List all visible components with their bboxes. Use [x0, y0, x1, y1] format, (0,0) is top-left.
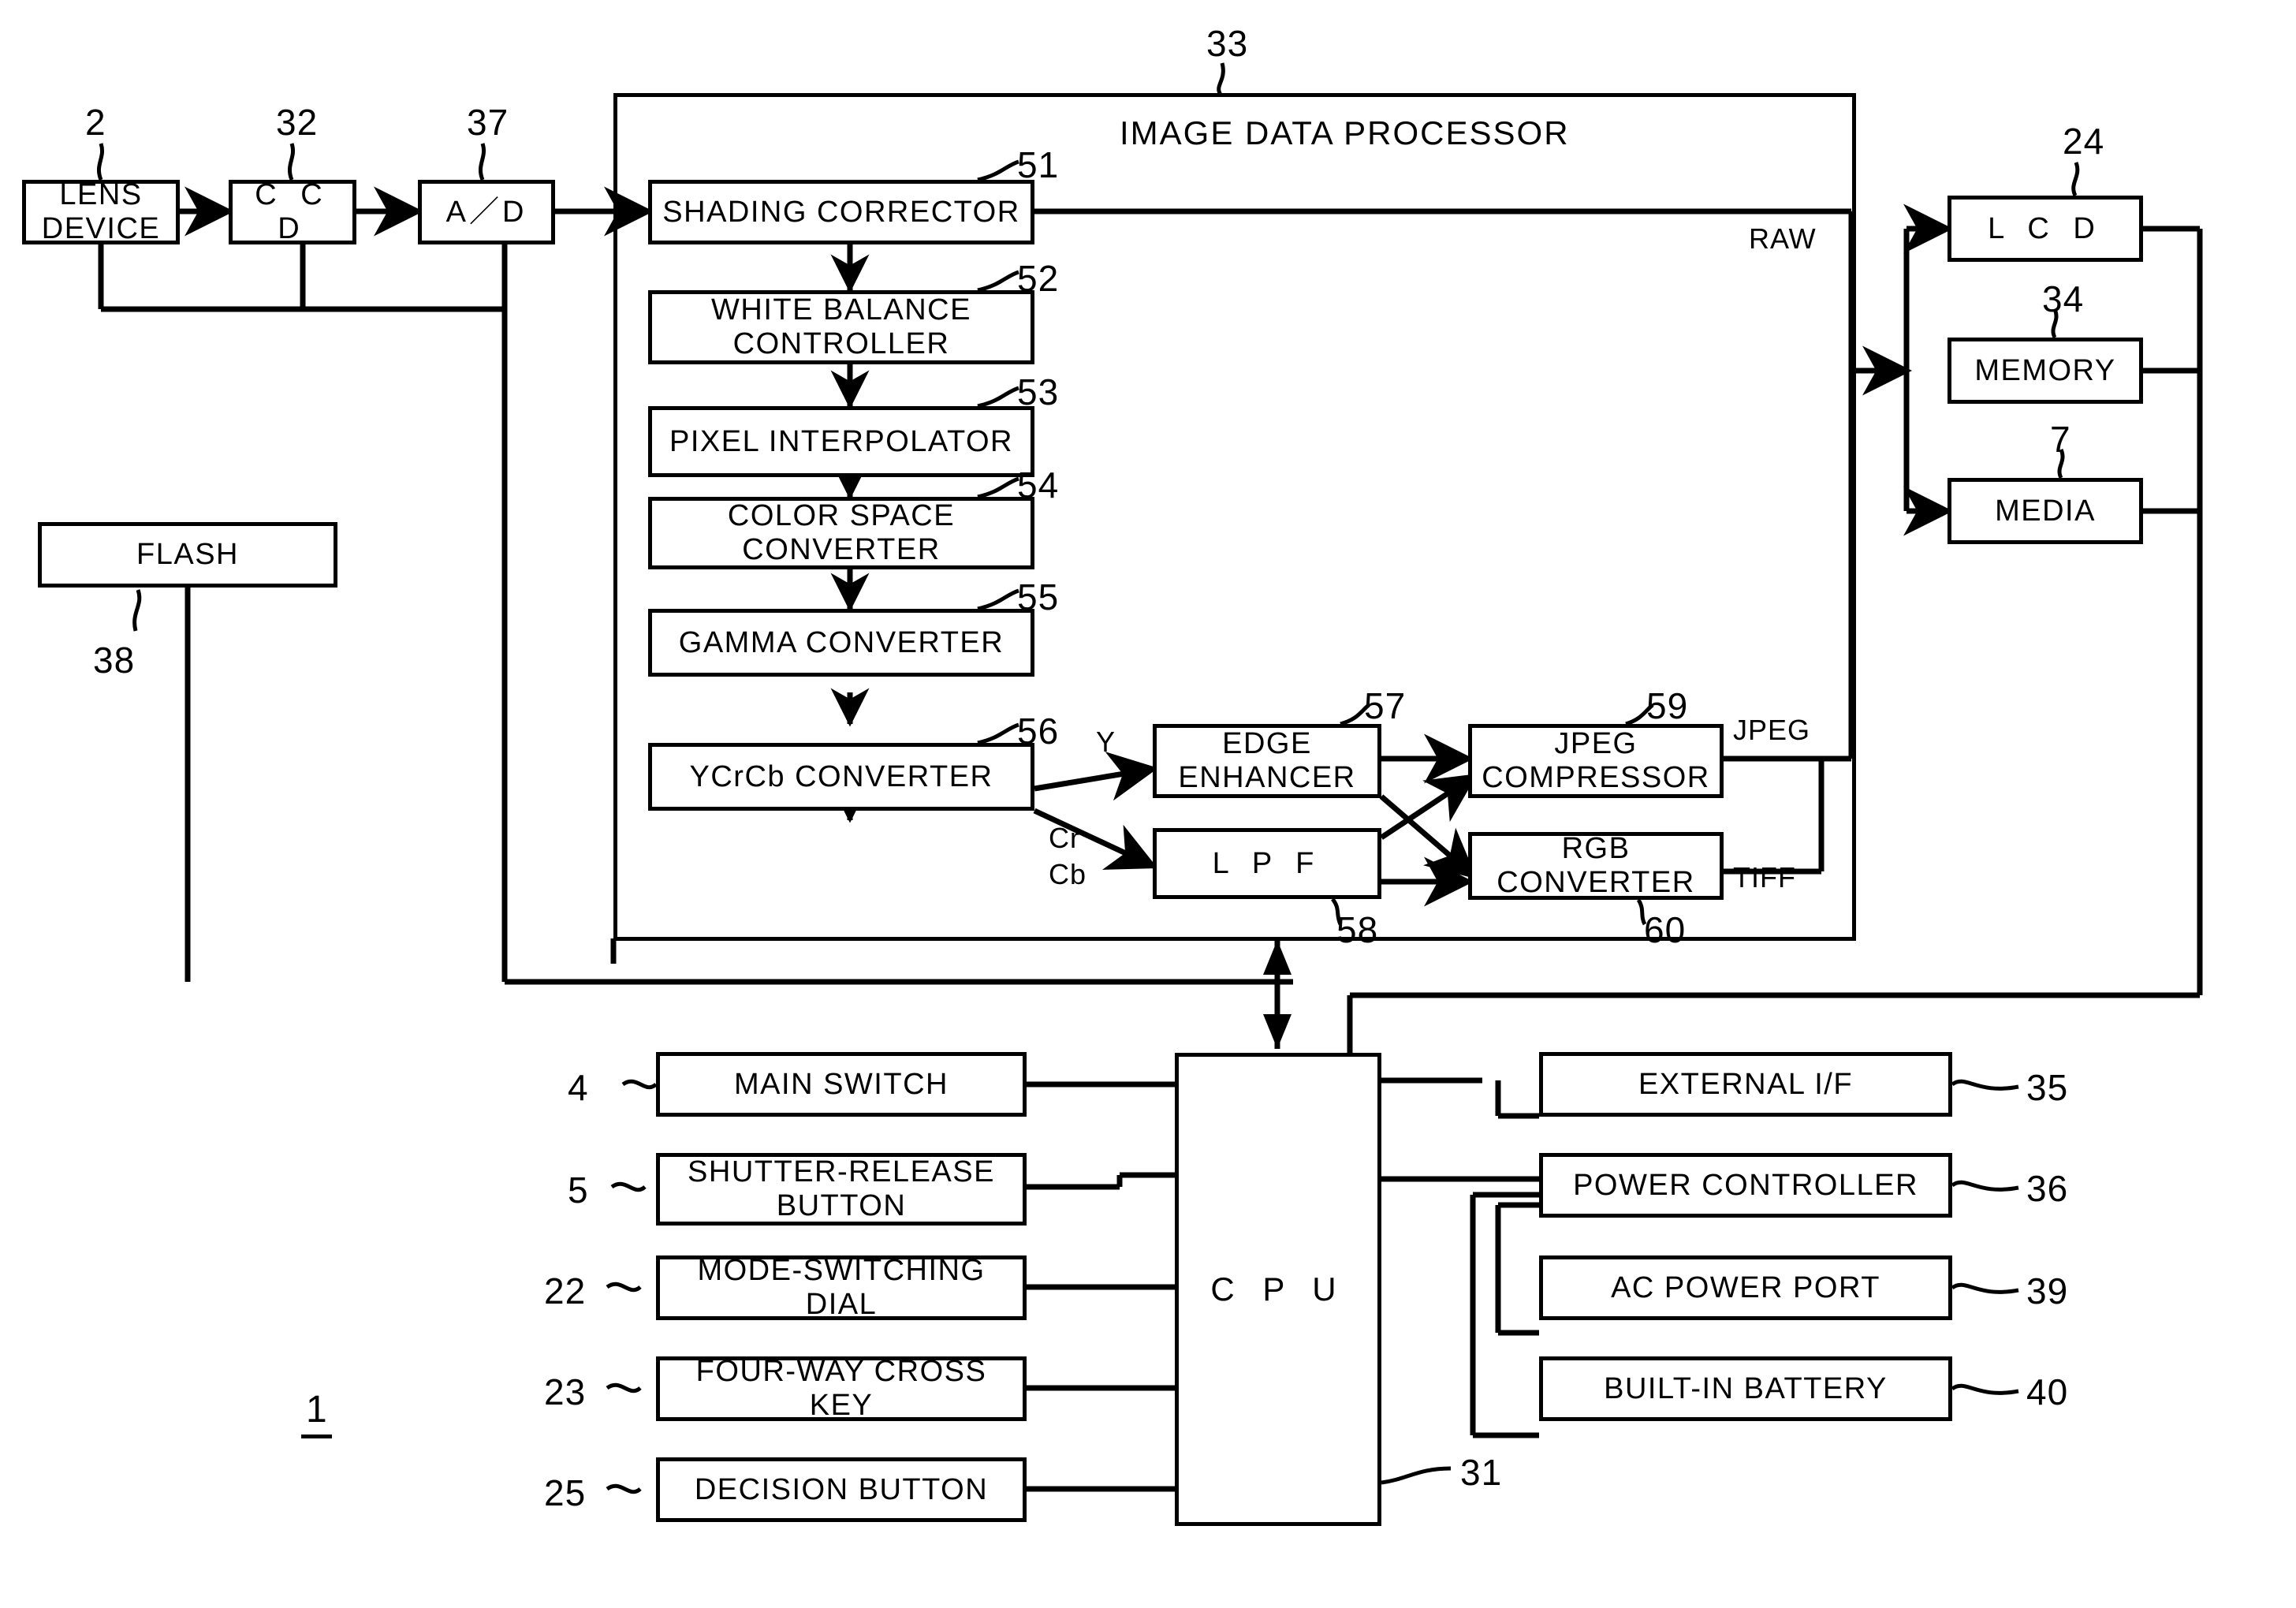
image-data-processor-title: IMAGE DATA PROCESSOR [1120, 114, 1570, 151]
ref-25: 25 [544, 1472, 587, 1513]
block-gamma-converter[interactable]: GAMMA CONVERTER [648, 609, 1034, 677]
ref-53: 53 [1017, 371, 1060, 412]
signal-label-tiff: TIFF [1733, 861, 1796, 894]
block-ccd[interactable]: C C D [229, 178, 356, 245]
block-edge-enhancer[interactable]: EDGE ENHANCER [1153, 724, 1381, 798]
block-color-space-converter[interactable]: COLOR SPACE CONVERTER [648, 497, 1034, 569]
block-memory[interactable]: MEMORY [1948, 338, 2143, 404]
ref-51: 51 [1017, 144, 1060, 185]
block-shading-corrector[interactable]: SHADING CORRECTOR [648, 180, 1034, 244]
ref-52: 52 [1017, 258, 1060, 299]
block-ycrcb-converter[interactable]: YCrCb CONVERTER [648, 743, 1034, 811]
ref-39: 39 [2026, 1270, 2069, 1311]
block-lcd[interactable]: L C D [1948, 196, 2143, 262]
block-power-controller[interactable]: POWER CONTROLLER [1539, 1153, 1952, 1218]
ref-7: 7 [2050, 419, 2071, 460]
figure-number-label: 1 [301, 1388, 332, 1438]
patent-figure-1: IMAGE DATA PROCESSOR 33 LENS DEVICE 2 C … [0, 0, 2296, 1608]
signal-label-cb: Cb [1049, 858, 1087, 890]
ref-4: 4 [568, 1067, 589, 1108]
ref-40: 40 [2026, 1371, 2069, 1412]
signal-label-cr: Cr [1049, 822, 1080, 854]
block-built-in-battery[interactable]: BUILT-IN BATTERY [1539, 1356, 1952, 1421]
block-white-balance-controller[interactable]: WHITE BALANCE CONTROLLER [648, 290, 1034, 364]
ref-24: 24 [2063, 121, 2105, 162]
ref-60: 60 [1644, 909, 1687, 950]
block-ad-converter[interactable]: A／D [418, 180, 555, 244]
ref-22: 22 [544, 1270, 587, 1311]
block-lpf[interactable]: L P F [1153, 828, 1381, 899]
ref-58: 58 [1336, 909, 1379, 950]
block-media[interactable]: MEDIA [1948, 478, 2143, 544]
ref-36: 36 [2026, 1168, 2069, 1209]
ref-31: 31 [1460, 1452, 1503, 1493]
ref-56: 56 [1017, 711, 1060, 752]
ref-5: 5 [568, 1170, 589, 1211]
ref-54: 54 [1017, 464, 1060, 506]
block-flash[interactable]: FLASH [38, 522, 337, 588]
ref-55: 55 [1017, 576, 1060, 617]
ref-38: 38 [93, 640, 136, 681]
block-lens-device[interactable]: LENS DEVICE [22, 178, 180, 245]
block-decision-button[interactable]: DECISION BUTTON [656, 1457, 1027, 1522]
ref-33: 33 [1206, 23, 1249, 64]
block-external-if[interactable]: EXTERNAL I/F [1539, 1052, 1952, 1117]
block-four-way-cross-key[interactable]: FOUR-WAY CROSS KEY [656, 1355, 1027, 1422]
block-ac-power-port[interactable]: AC POWER PORT [1539, 1255, 1952, 1320]
ref-35: 35 [2026, 1067, 2069, 1108]
ref-2: 2 [85, 102, 106, 143]
signal-label-jpeg: JPEG [1733, 714, 1811, 746]
ref-59: 59 [1646, 685, 1689, 726]
ref-32: 32 [276, 102, 319, 143]
ref-57: 57 [1364, 685, 1407, 726]
block-mode-switching-dial[interactable]: MODE-SWITCHING DIAL [656, 1254, 1027, 1321]
block-main-switch[interactable]: MAIN SWITCH [656, 1052, 1027, 1117]
block-cpu[interactable]: C P U [1175, 1053, 1381, 1526]
signal-label-raw: RAW [1749, 222, 1817, 255]
ref-23: 23 [544, 1371, 587, 1412]
signal-label-y: Y [1096, 726, 1116, 758]
block-jpeg-compressor[interactable]: JPEG COMPRESSOR [1468, 724, 1724, 798]
block-shutter-release-button[interactable]: SHUTTER-RELEASE BUTTON [656, 1153, 1027, 1226]
ref-37: 37 [467, 102, 509, 143]
block-pixel-interpolator[interactable]: PIXEL INTERPOLATOR [648, 406, 1034, 477]
ref-34: 34 [2042, 278, 2085, 319]
block-rgb-converter[interactable]: RGB CONVERTER [1468, 832, 1724, 900]
